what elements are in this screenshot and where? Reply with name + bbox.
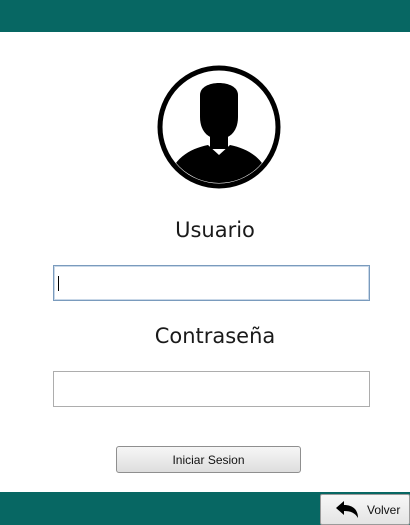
back-button-label: Volver: [367, 502, 401, 517]
text-caret: [58, 276, 59, 291]
password-input[interactable]: [53, 371, 370, 407]
password-label: Contraseña: [154, 324, 276, 348]
back-button[interactable]: Volver: [320, 494, 410, 525]
back-arrow-icon: [336, 500, 358, 518]
user-avatar-icon: [157, 65, 281, 189]
user-input[interactable]: [53, 265, 370, 301]
user-label: Usuario: [175, 218, 255, 242]
login-button[interactable]: Iniciar Sesion: [116, 446, 301, 473]
header-bar: [0, 0, 410, 32]
